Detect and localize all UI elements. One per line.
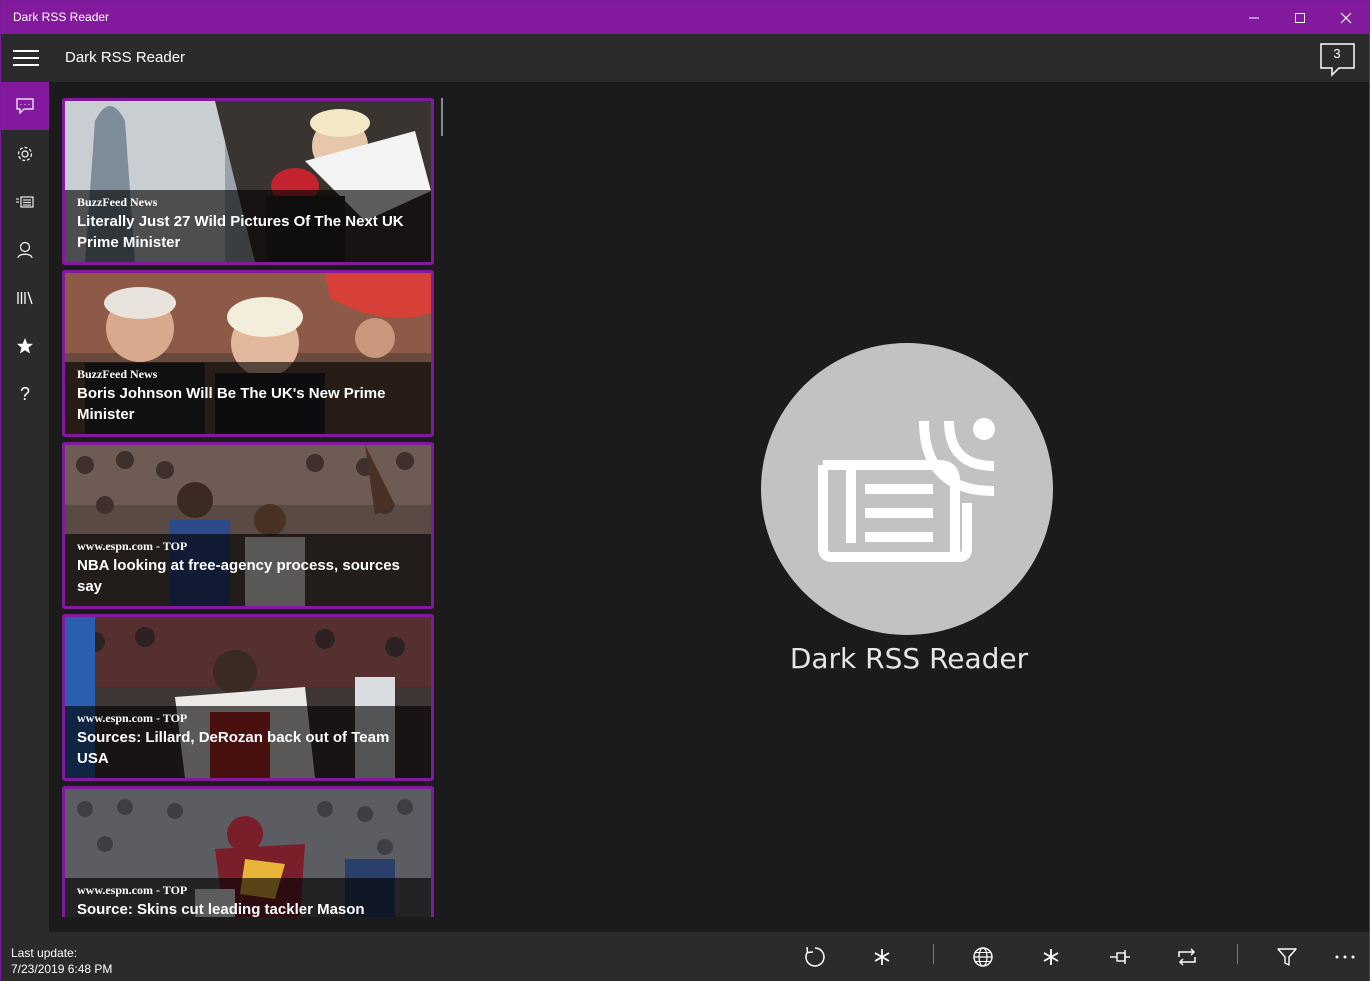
sidebar-item-library[interactable] <box>1 274 49 322</box>
sidebar-item-help[interactable]: ? <box>1 370 49 418</box>
refresh-button[interactable] <box>792 932 838 981</box>
repeat-button[interactable] <box>1164 932 1210 981</box>
asterisk-icon <box>1043 948 1059 965</box>
maximize-button[interactable] <box>1277 1 1323 34</box>
article-source: www.espn.com - TOP <box>77 711 188 725</box>
app-header: Dark RSS Reader 3 <box>1 34 1369 82</box>
article-card[interactable]: BuzzFeed News Boris Johnson Will Be The … <box>62 270 434 437</box>
app-window: Dark RSS Reader Dark RSS Reader 3 ? Buzz… <box>0 0 1370 981</box>
help-icon: ? <box>19 383 30 404</box>
article-card[interactable]: www.espn.com - TOP NBA looking at free-a… <box>62 442 434 609</box>
title-bar: Dark RSS Reader <box>1 1 1369 34</box>
article-source: BuzzFeed News <box>77 195 158 209</box>
last-update-value: 7/23/2019 6:48 PM <box>11 962 113 976</box>
more-icon <box>1335 955 1355 958</box>
app-logo <box>761 343 1053 635</box>
sidebar-item-news[interactable] <box>1 178 49 226</box>
sidebar: ? <box>1 82 49 932</box>
library-icon <box>17 291 33 305</box>
article-caption: BuzzFeed News Boris Johnson Will Be The … <box>65 362 431 434</box>
command-separator <box>1237 944 1238 964</box>
article-source: BuzzFeed News <box>77 367 158 381</box>
filter-icon <box>1277 947 1297 966</box>
article-list: BuzzFeed News Literally Just 27 Wild Pic… <box>62 98 435 917</box>
article-caption: www.espn.com - TOP Sources: Lillard, DeR… <box>65 706 431 778</box>
pin-button[interactable] <box>1097 932 1143 981</box>
star-icon <box>17 338 33 354</box>
mark-read-button[interactable] <box>1028 932 1074 981</box>
article-card[interactable]: www.espn.com - TOP Source: Skins cut lea… <box>62 786 434 917</box>
person-icon <box>17 241 33 259</box>
last-update-label: Last update: <box>11 946 78 960</box>
article-caption: www.espn.com - TOP NBA looking at free-a… <box>65 534 431 606</box>
more-options-button[interactable] <box>1322 932 1368 981</box>
mark-all-button[interactable] <box>859 932 905 981</box>
article-caption: BuzzFeed News Literally Just 27 Wild Pic… <box>65 190 431 262</box>
sidebar-item-favorites[interactable] <box>1 322 49 370</box>
refresh-icon <box>805 946 825 967</box>
minimize-button[interactable] <box>1231 1 1277 34</box>
hamburger-icon <box>13 50 39 66</box>
filter-button[interactable] <box>1264 932 1310 981</box>
repeat-icon <box>1178 947 1196 966</box>
article-title: Sources: Lillard, DeRozan back out of Te… <box>77 729 390 767</box>
article-card[interactable]: www.espn.com - TOP Sources: Lillard, DeR… <box>62 614 434 781</box>
close-button[interactable] <box>1323 1 1369 34</box>
app-logo-label: Dark RSS Reader <box>789 642 1029 675</box>
hamburger-menu-button[interactable] <box>1 34 51 82</box>
article-title: NBA looking at free-agency process, sour… <box>77 557 400 595</box>
feed-icon <box>16 98 34 114</box>
sidebar-item-settings[interactable] <box>1 130 49 178</box>
asterisk-icon <box>874 948 890 965</box>
article-source: www.espn.com - TOP <box>77 539 188 553</box>
main-content: BuzzFeed News Literally Just 27 Wild Pic… <box>49 82 1369 932</box>
globe-icon <box>973 946 993 967</box>
pin-icon <box>1110 949 1130 964</box>
article-title: Source: Skins cut leading tackler Mason <box>77 901 365 917</box>
page-title: Dark RSS Reader <box>65 49 186 66</box>
sidebar-item-account[interactable] <box>1 226 49 274</box>
maximize-icon <box>1295 12 1305 23</box>
notification-count: 3 <box>1333 46 1341 61</box>
article-card[interactable]: BuzzFeed News Literally Just 27 Wild Pic… <box>62 98 434 265</box>
article-caption: www.espn.com - TOP Source: Skins cut lea… <box>65 878 431 917</box>
close-icon <box>1340 12 1352 23</box>
news-list-icon <box>16 196 34 208</box>
article-source: www.espn.com - TOP <box>77 883 188 897</box>
article-title: Boris Johnson Will Be The UK's New Prime… <box>77 385 386 423</box>
list-scrollbar[interactable] <box>441 98 443 136</box>
command-bar: Last update: 7/23/2019 6:48 PM <box>1 932 1369 981</box>
rss-newspaper-icon <box>818 418 995 562</box>
minimize-icon <box>1249 17 1259 18</box>
article-title: Literally Just 27 Wild Pictures Of The N… <box>77 213 404 251</box>
command-separator <box>933 944 934 964</box>
last-update-status: Last update: 7/23/2019 6:48 PM <box>11 945 112 977</box>
sidebar-item-feeds[interactable] <box>1 82 49 130</box>
gear-icon <box>17 146 33 162</box>
notifications-button[interactable]: 3 <box>1319 42 1357 78</box>
window-title: Dark RSS Reader <box>13 10 110 24</box>
open-in-browser-button[interactable] <box>960 932 1006 981</box>
